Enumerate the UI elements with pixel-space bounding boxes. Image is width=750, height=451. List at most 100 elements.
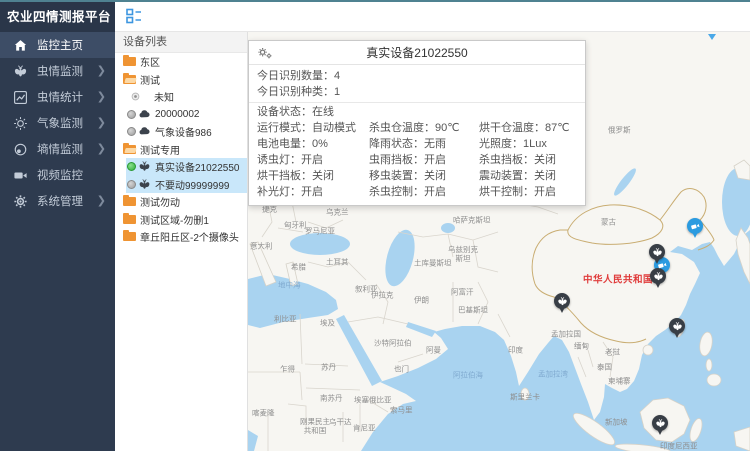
popup-stat-line: 今日识别种类：1	[257, 84, 577, 100]
radio-marker-icon	[129, 90, 142, 103]
sidebar-item-label: 虫情监测	[37, 63, 83, 79]
tree-view-icon[interactable]	[125, 7, 143, 25]
tree-node-label: 测试专用	[140, 142, 180, 157]
tree-node-label: 测试区域-勿删1	[140, 212, 209, 227]
sidebar-item-label: 监控主页	[37, 37, 83, 53]
popup-grid-cell: 补光灯：开启	[257, 184, 369, 200]
bug-icon	[138, 160, 151, 173]
sidebar-item-video[interactable]: 视频监控	[0, 162, 115, 188]
popup-grid-cell: 诱虫灯：开启	[257, 152, 369, 168]
tree-folder[interactable]: 测试专用	[115, 141, 247, 159]
popup-grid-cell: 烘干控制：开启	[479, 184, 577, 200]
sidebar-item-sun[interactable]: 气象监测 ❯	[0, 110, 115, 136]
folder-open-icon	[123, 145, 136, 154]
tree-node-label: 测试	[140, 72, 160, 87]
device-info-popup: 真实设备21022550 今日识别数量：4今日识别种类：1 设备状态：在线 运行…	[248, 40, 586, 206]
popup-grid-cell: 光照度：1Lux	[479, 136, 577, 152]
sidebar-item-label: 虫情统计	[37, 89, 83, 105]
chevron-right-icon: ❯	[97, 144, 106, 155]
popup-grid-cell: 降雨状态：无雨	[369, 136, 479, 152]
chevron-right-icon: ❯	[97, 66, 106, 77]
insect-device-marker[interactable]	[649, 244, 665, 260]
camera-device-marker[interactable]	[687, 218, 703, 234]
status-dot-gray	[127, 127, 136, 136]
window-top-strip	[0, 0, 750, 2]
popup-status-line: 设备状态：在线	[249, 103, 585, 120]
video-icon	[13, 168, 28, 183]
tree-folder[interactable]: 测试区域-勿删1	[115, 211, 247, 229]
popup-grid-cell: 虫雨挡板：开启	[369, 152, 479, 168]
folder-closed-icon	[123, 197, 136, 206]
sidebar: 农业四情测报平台 监控主页虫情监测 ❯ 虫情统计 ❯ 气象监测 ❯ 墒情监测 ❯ 视频监控系统管…	[0, 0, 115, 451]
tree-node-label: 未知	[154, 89, 174, 104]
popup-grid-cell: 杀虫控制：开启	[369, 184, 479, 200]
tree-device[interactable]: 不要动99999999	[115, 176, 247, 194]
popup-stats: 今日识别数量：4今日识别种类：1	[249, 65, 585, 103]
popup-grid-cell: 烘干挡板：关闭	[257, 168, 369, 184]
popup-title: 真实设备21022550	[273, 44, 561, 61]
tree-device[interactable]: 20000002	[115, 106, 247, 124]
sidebar-item-label: 气象监测	[37, 115, 83, 131]
popup-grid-cell: 杀虫挡板：关闭	[479, 152, 577, 168]
app-title: 农业四情测报平台	[0, 0, 115, 32]
popup-header: 真实设备21022550	[249, 41, 585, 65]
tree-node-label: 章丘阳丘区-2个摄像头	[140, 229, 239, 244]
app-window: 农业四情测报平台 监控主页虫情监测 ❯ 虫情统计 ❯ 气象监测 ❯ 墒情监测 ❯ 视频监控系统管…	[0, 0, 750, 451]
popup-stat-line: 今日识别数量：4	[257, 68, 577, 84]
sidebar-item-label: 墒情监测	[37, 141, 83, 157]
settings-gears-icon[interactable]	[257, 46, 273, 60]
status-dot-gray	[127, 110, 136, 119]
status-dot-gray	[127, 180, 136, 189]
tree-folder[interactable]: 东区	[115, 53, 247, 71]
device-tree: 东区测试未知 20000002 气象设备986 测试专用真实设备21022550 不要动…	[115, 53, 247, 246]
sun-icon	[13, 116, 28, 131]
device-list-header: 设备列表	[115, 32, 247, 53]
chevron-right-icon: ❯	[97, 92, 106, 103]
gear-icon	[13, 194, 28, 209]
sidebar-item-label: 系统管理	[37, 193, 83, 209]
tree-device[interactable]: 气象设备986	[115, 123, 247, 141]
tree-node-label: 不要动99999999	[155, 177, 230, 192]
tree-node-label: 气象设备986	[155, 124, 212, 139]
sidebar-item-label: 视频监控	[37, 167, 83, 183]
bug-icon	[138, 178, 151, 191]
tree-folder[interactable]: 章丘阳丘区-2个摄像头	[115, 228, 247, 246]
popup-grid-cell: 震动装置：关闭	[479, 168, 577, 184]
tree-node-label: 20000002	[155, 109, 200, 120]
tree-node-label: 真实设备21022550	[155, 159, 240, 174]
folder-open-icon	[123, 75, 136, 84]
map-canvas[interactable]: 俄罗斯蒙古中华人民共和国捷克乌克兰匈牙利罗马尼亚哈萨克斯坦意大利乌兹别克 斯坦土…	[248, 32, 750, 451]
tree-folder[interactable]: 测试	[115, 71, 247, 89]
tree-device[interactable]: 未知	[115, 88, 247, 106]
home-icon	[13, 38, 28, 53]
folder-closed-icon	[123, 57, 136, 66]
insect-device-marker[interactable]	[554, 293, 570, 309]
popup-grid-cell: 烘干仓温度：87℃	[479, 120, 577, 136]
cloud-icon	[138, 125, 151, 138]
status-dot-green	[127, 162, 136, 171]
sidebar-item-home[interactable]: 监控主页	[0, 32, 115, 58]
popup-grid-cell: 电池电量：0%	[257, 136, 369, 152]
partial-marker-tip[interactable]	[708, 34, 716, 44]
tree-node-label: 测试勿动	[140, 194, 180, 209]
popup-grid-cell: 运行模式：自动模式	[257, 120, 369, 136]
popup-grid-cell: 杀虫仓温度：90℃	[369, 120, 479, 136]
chart-icon	[13, 90, 28, 105]
insect-device-marker[interactable]	[652, 415, 668, 431]
topbar	[115, 0, 750, 32]
sidebar-item-globe[interactable]: 墒情监测 ❯	[0, 136, 115, 162]
sidebar-item-bug[interactable]: 虫情监测 ❯	[0, 58, 115, 84]
tree-node-label: 东区	[140, 54, 160, 69]
sidebar-item-gear[interactable]: 系统管理❯	[0, 188, 115, 214]
device-list-panel: 设备列表 东区测试未知 20000002 气象设备986 测试专用真实设备210225…	[115, 32, 248, 451]
sidebar-menu: 监控主页虫情监测 ❯ 虫情统计 ❯ 气象监测 ❯ 墒情监测 ❯ 视频监控系统管理❯	[0, 32, 115, 214]
cloud-icon	[138, 108, 151, 121]
sidebar-item-chart[interactable]: 虫情统计 ❯	[0, 84, 115, 110]
chevron-right-icon: ❯	[97, 118, 106, 129]
bug-icon	[13, 64, 28, 79]
insect-device-marker[interactable]	[669, 318, 685, 334]
tree-device[interactable]: 真实设备21022550	[115, 158, 247, 176]
globe-icon	[13, 142, 28, 157]
tree-folder[interactable]: 测试勿动	[115, 193, 247, 211]
folder-closed-icon	[123, 215, 136, 224]
